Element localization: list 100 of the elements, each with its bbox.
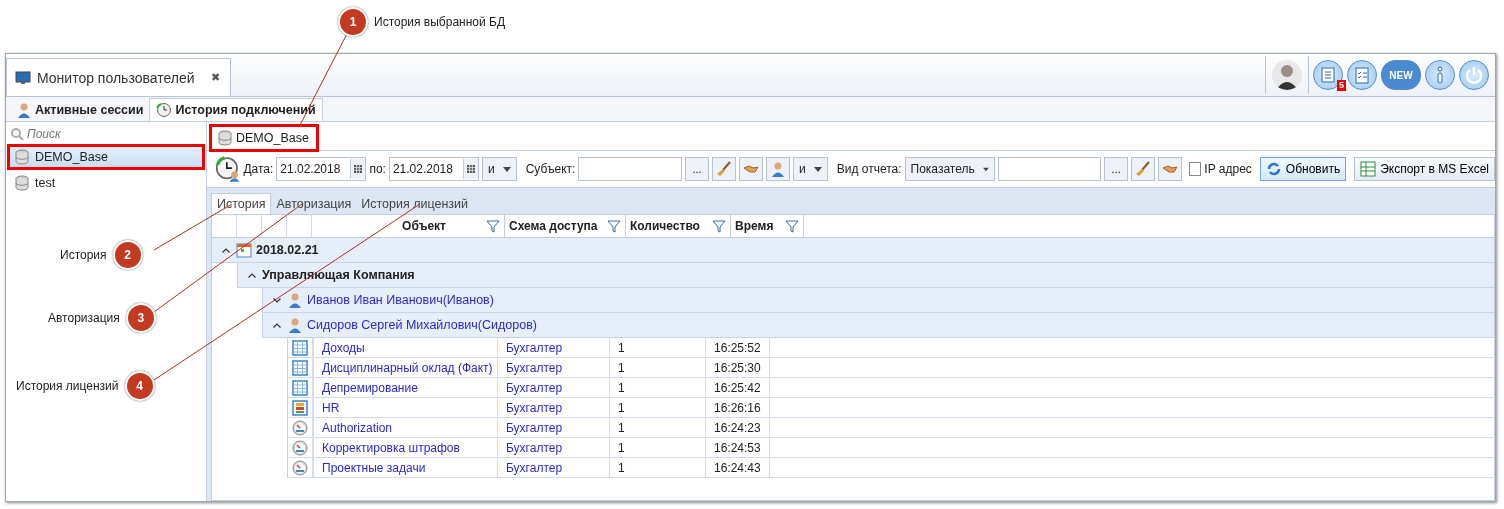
table-icon [292, 339, 308, 356]
handshake-button[interactable] [1158, 157, 1183, 181]
chevron-icon[interactable] [222, 247, 230, 253]
table-cell: 16:24:23 [706, 418, 770, 438]
table-cell: 1 [610, 438, 706, 458]
logic-dropdown[interactable]: и [793, 157, 828, 181]
object-link[interactable]: Депремирование [314, 378, 498, 398]
object-link[interactable]: Проектные задачи [314, 458, 498, 478]
filter-icon[interactable] [712, 219, 726, 233]
group-date: 2018.02.21 [256, 243, 319, 257]
user-button[interactable] [766, 157, 790, 181]
table-cell: Бухгалтер [498, 338, 610, 358]
handshake-button[interactable] [739, 157, 763, 181]
group-row[interactable]: Сидоров Сергей Михайлович(Сидоров) [262, 313, 1494, 338]
callout-label: Авторизация [48, 311, 120, 325]
avatar-icon[interactable] [1265, 56, 1309, 94]
table-cell: 1 [610, 358, 706, 378]
calendar-icon[interactable] [354, 165, 363, 173]
journal-button[interactable]: 5 [1313, 60, 1343, 90]
caret-icon [982, 166, 989, 172]
clipboard-icon [1352, 65, 1372, 85]
group-row[interactable]: 2018.02.21 [212, 238, 1494, 263]
spreadsheet-icon [1360, 161, 1377, 177]
filter-icon[interactable] [486, 219, 500, 233]
filter-icon[interactable] [607, 219, 621, 233]
tab[interactable]: Активные сессии [10, 99, 150, 121]
table-cell: 1 [610, 338, 706, 358]
date-to-field[interactable]: 21.02.2018 [388, 157, 479, 181]
database-tab[interactable]: DEMO_Base [211, 126, 317, 150]
broom-icon [1135, 161, 1152, 177]
user-name: Сидоров Сергей Михайлович(Сидоров) [307, 318, 537, 332]
table-cell: Бухгалтер [498, 418, 610, 438]
object-link[interactable]: Доходы [314, 338, 498, 358]
table-cell: 1 [610, 418, 706, 438]
power-button[interactable] [1459, 60, 1489, 90]
history-clock-icon [215, 154, 241, 184]
document-tab[interactable]: Монитор пользователей ✖ [6, 58, 231, 96]
ip-checkbox[interactable] [1189, 162, 1202, 176]
column-header[interactable]: Схема доступа [505, 215, 626, 237]
tab[interactable]: История подключений [149, 98, 323, 121]
report-type-dropdown[interactable]: Показатель [904, 157, 995, 181]
form-icon [292, 399, 308, 416]
tab[interactable]: История [211, 193, 272, 214]
column-header[interactable]: Количество [626, 215, 731, 237]
to-label: по: [369, 162, 386, 176]
callout-label: История лицензий [16, 379, 119, 393]
object-link[interactable]: Authorization [314, 418, 498, 438]
monitor-icon [15, 69, 31, 86]
person-icon [287, 317, 303, 333]
chevron-icon[interactable] [273, 322, 281, 328]
browse-button[interactable]: ... [1104, 157, 1129, 181]
caret-icon [813, 166, 822, 172]
object-link[interactable]: Дисциплинарный оклад (Факт) [314, 358, 498, 378]
date-from-field[interactable]: 21.02.2018 [276, 157, 367, 181]
calendar-icon[interactable] [467, 165, 475, 173]
table-cell: 16:26:16 [706, 398, 770, 418]
callout-label: История [60, 248, 107, 262]
refresh-button[interactable]: Обновить [1259, 157, 1347, 181]
checklist-button[interactable] [1347, 60, 1377, 90]
callout-number: 1 [338, 7, 368, 37]
column-header[interactable]: Объект [312, 215, 505, 237]
user-name: Иванов Иван Иванович(Иванов) [307, 293, 494, 307]
refresh-icon [1265, 161, 1282, 177]
filter-icon[interactable] [785, 219, 799, 233]
info-button[interactable] [1425, 60, 1455, 90]
browse-button[interactable]: ... [685, 157, 709, 181]
table-cell: 16:24:53 [706, 438, 770, 458]
object-link[interactable]: Корректировка штрафов [314, 438, 498, 458]
table-cell: Бухгалтер [498, 458, 610, 478]
chevron-icon[interactable] [273, 297, 281, 303]
export-button[interactable]: Экспорт в MS Excel [1354, 157, 1495, 181]
column-header[interactable]: Время [731, 215, 804, 237]
database-item[interactable]: DEMO_Base [8, 145, 204, 169]
report-value-field[interactable] [997, 157, 1102, 181]
clear-button[interactable] [1131, 157, 1156, 181]
date-label: Дата: [243, 162, 274, 176]
callout-label: История выбранной БД [374, 15, 506, 29]
subject-field[interactable] [578, 157, 682, 181]
table-cell: Бухгалтер [498, 378, 610, 398]
group-row[interactable]: Иванов Иван Иванович(Иванов) [262, 288, 1494, 313]
tab[interactable]: Авторизация [271, 194, 357, 214]
database-item[interactable]: test [8, 171, 204, 195]
news-button[interactable]: NEW [1381, 60, 1421, 90]
subject-label: Субъект: [525, 162, 576, 176]
logic-dropdown[interactable]: и [482, 157, 517, 181]
table-cell: 16:25:42 [706, 378, 770, 398]
caret-icon [502, 166, 511, 172]
clock-icon [156, 102, 173, 118]
table-cell: Бухгалтер [498, 398, 610, 418]
table-cell: Бухгалтер [498, 358, 610, 378]
chevron-icon[interactable] [248, 272, 256, 278]
table-cell: 1 [610, 398, 706, 418]
object-link[interactable]: HR [314, 398, 498, 418]
person-icon [16, 102, 32, 118]
table-cell: 16:25:52 [706, 338, 770, 358]
close-button[interactable]: ✖ [210, 71, 220, 84]
notebook-icon [1318, 65, 1338, 85]
tab[interactable]: История лицензий [356, 194, 474, 214]
database-icon [14, 149, 30, 165]
clear-button[interactable] [712, 157, 736, 181]
